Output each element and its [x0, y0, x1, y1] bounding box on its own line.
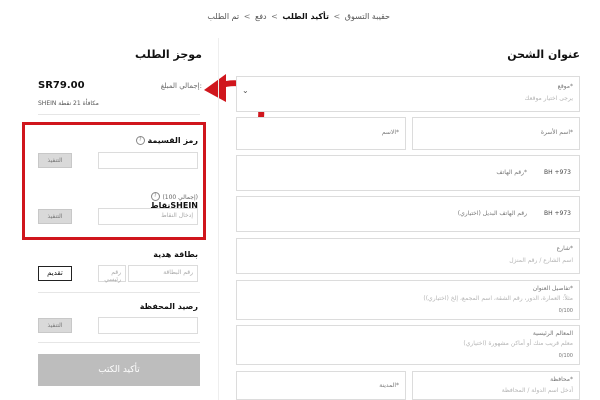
wallet-input[interactable] — [98, 317, 198, 334]
landmark-label: المعالم الرئيسية — [532, 330, 573, 337]
phone-country-code[interactable]: BH +973 — [544, 169, 571, 176]
governorate-label: محافظة* — [550, 376, 573, 383]
divider — [38, 114, 200, 115]
column-divider — [218, 38, 219, 400]
landmark-input[interactable]: المعالم الرئيسية معلم قريب منك أو أماكن … — [236, 325, 580, 365]
breadcrumb-separator: > — [243, 12, 251, 21]
address-details-label: تفاصيل العنوان* — [532, 285, 573, 292]
street-placeholder: اسم الشارع / رقم المنزل — [509, 257, 573, 264]
city-input[interactable]: المدينة* — [236, 371, 406, 400]
location-label: موقع* — [557, 83, 573, 90]
giftcard-label: بطاقة هدية — [153, 250, 198, 259]
governorate-input[interactable]: محافظة* أدخل اسم الدولة / المحافظة — [412, 371, 580, 400]
location-placeholder: يرجى اختيار موقعك — [524, 95, 573, 102]
giftcard-pin-placeholder: رقم رئيسي — [104, 269, 121, 283]
wallet-label: رصيد المحفظة — [139, 302, 198, 311]
points-apply-button[interactable]: التنفيذ — [38, 209, 72, 224]
breadcrumb-confirm: تأكيد الطلب — [282, 12, 329, 21]
breadcrumb-separator: > — [333, 12, 341, 21]
first-name-label: الاسم* — [381, 129, 399, 136]
arrow-head — [204, 74, 226, 102]
governorate-placeholder: أدخل اسم الدولة / المحافظة — [501, 387, 573, 394]
info-icon[interactable]: ? — [135, 136, 145, 145]
divider — [38, 292, 200, 293]
coupon-label-row: ? رمز القسيمة — [110, 136, 198, 145]
giftcard-number-placeholder: رقم البطاقة — [163, 269, 193, 276]
alt-phone-input[interactable]: BH +973 رقم الهاتف البديل (اختياري) — [236, 196, 580, 232]
coupon-label: رمز القسيمة — [147, 136, 198, 145]
wallet-apply-button[interactable]: التنفيذ — [38, 318, 72, 333]
address-details-placeholder: (مثلاً: العمارة، الدور، رقم الشقة، اسم ا… — [423, 295, 573, 302]
breadcrumb-bag[interactable]: حقيبة التسوق — [345, 12, 390, 21]
alt-phone-label: رقم الهاتف البديل (اختياري) — [457, 210, 527, 217]
breadcrumb: حقيبة التسوق > تأكيد الطلب > دفع > تم ال… — [207, 12, 390, 21]
points-input[interactable]: إدخال النقاط — [98, 208, 198, 225]
street-input[interactable]: شارع* اسم الشارع / رقم المنزل — [236, 238, 580, 274]
giftcard-submit-button[interactable]: تقديم — [38, 266, 72, 281]
points-total: (إجمالي 100) — [162, 194, 198, 201]
giftcard-pin-input[interactable]: رقم رئيسي — [98, 265, 126, 283]
address-details-input[interactable]: تفاصيل العنوان* (مثلاً: العمارة، الدور، … — [236, 280, 580, 320]
order-summary-title: موجز الطلب — [134, 48, 202, 61]
total-label: إجمالي المبلغ: — [160, 82, 202, 90]
address-details-counter: 0/100 — [558, 308, 573, 314]
breadcrumb-separator: > — [271, 12, 278, 21]
phone-input[interactable]: BH +973 رقم الهاتف* — [236, 155, 580, 191]
street-label: شارع* — [556, 245, 573, 252]
alt-phone-country-code[interactable]: BH +973 — [544, 210, 571, 217]
city-label: المدينة* — [379, 382, 399, 389]
landmark-placeholder: معلم قريب منك أو أماكن مشهورة (اختياري) — [463, 340, 573, 347]
points-input-placeholder: إدخال النقاط — [161, 212, 193, 219]
info-icon[interactable]: ? — [150, 192, 160, 201]
phone-label: رقم الهاتف* — [496, 169, 527, 176]
chevron-down-icon[interactable]: ⌄ — [242, 86, 249, 95]
coupon-apply-button[interactable]: التنفيذ — [38, 153, 72, 168]
confirm-order-button[interactable]: تأكيد الكتب — [38, 354, 200, 386]
giftcard-number-input[interactable]: رقم البطاقة — [128, 265, 198, 282]
last-name-input[interactable]: اسم الأسرة* — [412, 117, 580, 150]
landmark-counter: 0/100 — [558, 353, 573, 359]
shipping-address-title: عنوان الشحن — [507, 48, 580, 61]
total-value: SR79.00 — [38, 80, 85, 91]
first-name-input[interactable]: الاسم* — [236, 117, 406, 150]
coupon-input[interactable] — [98, 152, 198, 169]
location-select[interactable]: موقع* يرجى اختيار موقعك — [236, 76, 580, 112]
divider — [38, 342, 200, 343]
reward-points-text: SHEIN مكافأة 21 نقطة — [38, 100, 99, 107]
breadcrumb-payment: دفع — [254, 12, 267, 21]
breadcrumb-done: تم الطلب — [207, 12, 240, 21]
last-name-label: اسم الأسرة* — [540, 129, 573, 136]
